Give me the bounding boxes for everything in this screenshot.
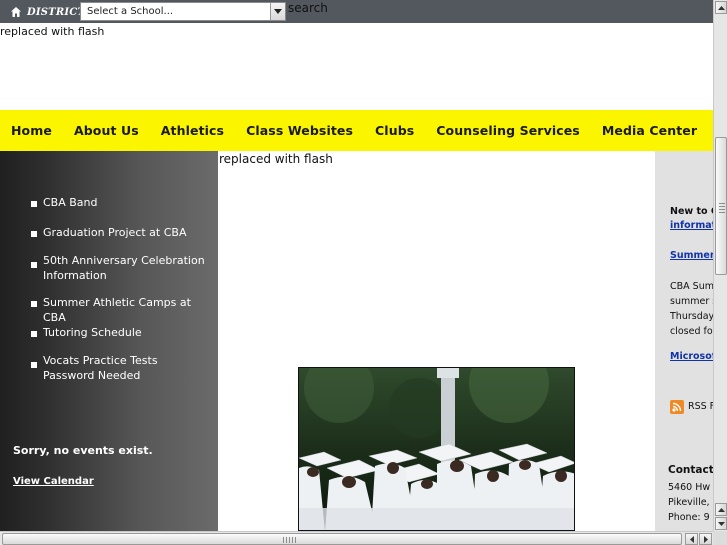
scroll-left-button[interactable] [685,533,698,545]
nav-item-home[interactable]: Home [0,123,63,138]
sidebar-link[interactable]: Summer Athletic Camps at CBA [31,295,211,325]
scroll-down-up-button[interactable] [715,503,727,516]
school-select[interactable]: Select a School... [80,2,286,21]
sidebar-link[interactable]: 50th Anniversary Celebration Information [31,253,211,283]
vertical-scroll-thumb[interactable] [715,137,727,275]
information-link[interactable]: informat [670,218,713,233]
nav-item-about-us[interactable]: About Us [63,123,150,138]
vertical-scrollbar[interactable] [713,0,727,531]
sidebar-link[interactable]: CBA Band [31,195,98,210]
nav-item-media-center[interactable]: Media Center [591,123,708,138]
main-nav-list: Home About Us Athletics Class Websites Clubs… [0,110,713,151]
summer-link[interactable]: Summer [670,248,713,263]
flash-placeholder-header: replaced with flash [0,25,105,38]
district-label: DISTRICT [27,6,86,18]
rss-icon [670,399,684,414]
nav-item-clubs[interactable]: Clubs [364,123,425,138]
summer-text-line: closed fo [670,326,713,337]
horizontal-scroll-thumb[interactable] [2,533,682,545]
scroll-down-button[interactable] [715,517,727,530]
district-home-link[interactable]: DISTRICT [10,4,85,20]
contact-line: Phone: 9 [668,512,710,523]
summer-text-line: CBA Sum [670,281,713,292]
contact-line: Pikeville, [668,497,710,508]
nav-item-athletics[interactable]: Athletics [150,123,235,138]
scroll-up-button[interactable] [715,1,727,14]
events-empty-message: Sorry, no events exist. [13,444,153,457]
sidebar: CBA Band Graduation Project at CBA 50th An… [0,151,218,531]
rss-feed-label: RSS F [688,401,713,412]
sidebar-link[interactable]: Graduation Project at CBA [31,225,186,240]
main-nav: Home About Us Athletics Class Websites Clubs… [0,110,713,151]
nav-item-counseling-services[interactable]: Counseling Services [425,123,591,138]
contact-heading: Contact [668,464,713,476]
summer-text-line: Thursday [670,311,713,322]
summer-text-line: summer s [670,296,713,307]
right-column: New to C informat Summer CBA Sum summer s… [655,151,713,531]
page-viewport: DISTRICT Select a School... search repla… [0,0,713,531]
sidebar-link[interactable]: Vocats Practice Tests Password Needed [31,353,211,383]
view-calendar-link[interactable]: View Calendar [13,476,94,487]
home-icon [10,6,22,18]
district-bar: DISTRICT Select a School... search [0,0,713,23]
chevron-down-icon[interactable] [270,3,285,20]
sidebar-link[interactable]: Tutoring Schedule [31,325,142,340]
contact-line: 5460 Hw [668,482,711,493]
scrollbar-corner [713,531,727,545]
horizontal-scrollbar[interactable] [0,531,713,545]
scroll-right-button[interactable] [699,533,712,545]
flash-placeholder-main: replaced with flash [219,152,333,166]
new-to-heading: New to C [670,206,713,217]
rss-feed-link[interactable]: RSS F [670,399,713,414]
microsoft-link[interactable]: Microsof [670,349,713,364]
search-link[interactable]: search [288,1,328,15]
nav-item-class-websites[interactable]: Class Websites [235,123,364,138]
graduation-photo [298,367,575,531]
school-select-value: Select a School... [87,6,174,17]
